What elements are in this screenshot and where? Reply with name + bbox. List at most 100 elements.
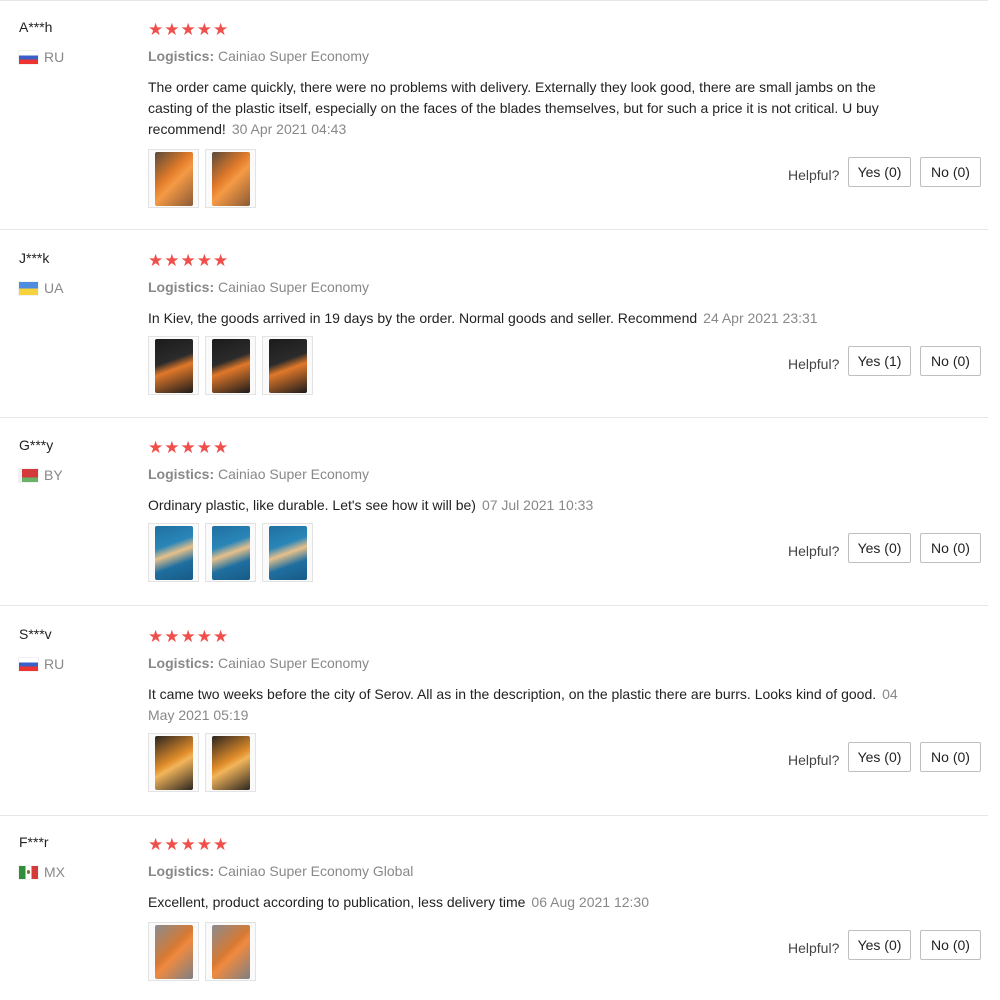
review-text: The order came quickly, there were no pr… [148,77,908,140]
product-photo [154,151,193,206]
helpful-yes-button[interactable]: Yes (0) [848,157,911,187]
reviewer-name: F***r [19,834,49,850]
product-photo [154,735,193,790]
logistics-label: Logistics: [148,863,215,879]
review-images [148,336,313,395]
country-code: UA [44,280,64,296]
country-code: RU [44,656,65,672]
review-images [148,733,256,792]
product-photo [211,924,250,979]
country-code: BY [44,467,63,483]
top-divider [0,0,988,1]
logistics-value: Cainiao Super Economy [218,655,369,671]
reviewer-country: BY [19,467,63,483]
helpful-no-button[interactable]: No (0) [920,157,981,187]
product-photo [268,525,307,580]
helpful-label: Helpful? [788,356,840,372]
product-photo [154,924,193,979]
helpful-yes-button[interactable]: Yes (1) [848,346,911,376]
logistics-info: Logistics: Cainiao Super Economy [148,279,369,295]
product-photo [211,735,250,790]
helpful-yes-button[interactable]: Yes (0) [848,742,911,772]
helpful-label: Helpful? [788,167,840,183]
review-date: 30 Apr 2021 04:43 [231,121,347,137]
product-photo [211,151,250,206]
review-image-thumb[interactable] [148,149,199,208]
reviewer-name: A***h [19,19,53,35]
flag-ua-icon [19,281,38,295]
reviewer-name: G***y [19,437,54,453]
product-photo [268,338,307,393]
product-photo [154,525,193,580]
review-body: In Kiev, the goods arrived in 19 days by… [148,310,698,326]
review-images [148,922,256,981]
review-divider [0,815,988,816]
review-image-thumb[interactable] [205,149,256,208]
review-image-thumb[interactable] [205,733,256,792]
review-image-thumb[interactable] [148,733,199,792]
review-divider [0,417,988,418]
logistics-info: Logistics: Cainiao Super Economy [148,466,369,482]
helpful-yes-button[interactable]: Yes (0) [848,930,911,960]
logistics-label: Logistics: [148,466,215,482]
review-date: 07 Jul 2021 10:33 [481,497,594,513]
reviewer-country: RU [19,49,64,65]
review-body: It came two weeks before the city of Ser… [148,686,877,702]
logistics-value: Cainiao Super Economy [218,48,369,64]
helpful-no-button[interactable]: No (0) [920,742,981,772]
flag-mx-icon [19,865,38,879]
review-images [148,523,313,582]
reviewer-country: MX [19,864,65,880]
star-rating: ★★★★★ [148,251,230,270]
logistics-info: Logistics: Cainiao Super Economy Global [148,863,413,879]
reviewer-name: S***v [19,626,52,642]
review-images [148,149,256,208]
flag-by-icon [19,468,38,482]
logistics-label: Logistics: [148,655,215,671]
logistics-value: Cainiao Super Economy [218,279,369,295]
reviewer-country: UA [19,280,63,296]
review-date: 06 Aug 2021 12:30 [531,894,649,910]
logistics-value: Cainiao Super Economy Global [218,863,414,879]
review-image-thumb[interactable] [262,336,313,395]
review-image-thumb[interactable] [205,922,256,981]
country-code: RU [44,49,65,65]
product-photo [154,338,193,393]
product-photo [211,338,250,393]
star-rating: ★★★★★ [148,438,230,457]
logistics-label: Logistics: [148,279,215,295]
review-image-thumb[interactable] [148,523,199,582]
review-image-thumb[interactable] [148,922,199,981]
helpful-no-button[interactable]: No (0) [920,533,981,563]
helpful-no-button[interactable]: No (0) [920,346,981,376]
logistics-info: Logistics: Cainiao Super Economy [148,655,369,671]
star-rating: ★★★★★ [148,835,230,854]
country-code: MX [44,864,65,880]
reviewer-name: J***k [19,250,50,266]
review-image-thumb[interactable] [205,523,256,582]
logistics-value: Cainiao Super Economy [218,466,369,482]
review-text: Ordinary plastic, like durable. Let's se… [148,495,908,516]
star-rating: ★★★★★ [148,627,230,646]
review-body: Ordinary plastic, like durable. Let's se… [148,497,476,513]
review-divider [0,605,988,606]
helpful-no-button[interactable]: No (0) [920,930,981,960]
helpful-label: Helpful? [788,940,840,956]
review-image-thumb[interactable] [262,523,313,582]
review-divider [0,229,988,230]
review-image-thumb[interactable] [148,336,199,395]
logistics-label: Logistics: [148,48,215,64]
flag-ru-icon [19,50,38,64]
star-rating: ★★★★★ [148,20,230,39]
product-photo [211,525,250,580]
review-text: Excellent, product according to publicat… [148,892,908,913]
helpful-label: Helpful? [788,543,840,559]
review-date: 24 Apr 2021 23:31 [703,310,818,326]
review-text: In Kiev, the goods arrived in 19 days by… [148,308,908,329]
review-image-thumb[interactable] [205,336,256,395]
flag-ru-icon [19,657,38,671]
helpful-yes-button[interactable]: Yes (0) [848,533,911,563]
review-body: Excellent, product according to publicat… [148,894,526,910]
review-text: It came two weeks before the city of Ser… [148,684,908,726]
reviewer-country: RU [19,656,64,672]
